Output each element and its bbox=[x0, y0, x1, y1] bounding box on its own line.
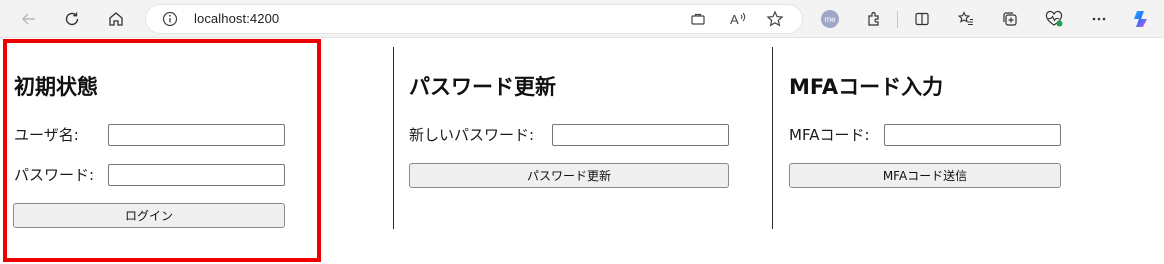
home-icon[interactable] bbox=[101, 4, 131, 34]
username-label: ユーザ名: bbox=[14, 126, 79, 144]
mfa-heading: MFAコード入力 bbox=[789, 75, 944, 99]
mfa-send-button[interactable]: MFAコード送信 bbox=[789, 163, 1061, 188]
star-icon[interactable] bbox=[766, 10, 784, 32]
page-content: 初期状態 ユーザ名: パスワード: ログイン パスワード更新 新しいパスワード:… bbox=[0, 38, 1164, 264]
more-icon[interactable] bbox=[1084, 4, 1114, 34]
split-screen-icon[interactable] bbox=[907, 4, 937, 34]
info-icon[interactable] bbox=[162, 11, 178, 31]
mfa-code-label: MFAコード: bbox=[789, 126, 870, 144]
section-divider bbox=[393, 47, 394, 229]
profile-initials: me bbox=[824, 14, 836, 24]
section-divider bbox=[772, 47, 773, 229]
back-arrow-icon[interactable] bbox=[14, 4, 44, 34]
password-input[interactable] bbox=[108, 164, 285, 186]
login-button[interactable]: ログイン bbox=[13, 203, 285, 228]
mfa-code-input[interactable] bbox=[884, 124, 1061, 146]
toolbar-divider bbox=[897, 11, 898, 28]
collections-icon[interactable] bbox=[995, 4, 1025, 34]
extensions-icon[interactable] bbox=[859, 4, 889, 34]
url-text[interactable]: localhost:4200 bbox=[194, 11, 279, 26]
copilot-icon[interactable] bbox=[1126, 4, 1156, 34]
initial-state-heading: 初期状態 bbox=[14, 75, 98, 99]
password-update-heading: パスワード更新 bbox=[409, 75, 556, 99]
svg-text:A: A bbox=[730, 12, 739, 27]
new-password-input[interactable] bbox=[552, 124, 729, 146]
heart-pulse-icon[interactable] bbox=[1039, 4, 1069, 34]
profile-avatar[interactable]: me bbox=[821, 10, 839, 28]
read-aloud-icon[interactable]: A bbox=[728, 10, 748, 32]
password-label: パスワード: bbox=[14, 166, 95, 184]
refresh-icon[interactable] bbox=[57, 4, 87, 34]
password-update-button[interactable]: パスワード更新 bbox=[409, 163, 729, 188]
app-available-icon[interactable] bbox=[689, 10, 707, 32]
favorites-list-icon[interactable] bbox=[951, 4, 981, 34]
browser-toolbar: localhost:4200 A me bbox=[0, 0, 1164, 38]
new-password-label: 新しいパスワード: bbox=[409, 126, 535, 144]
username-input[interactable] bbox=[108, 124, 285, 146]
address-bar[interactable]: localhost:4200 A bbox=[145, 4, 803, 34]
